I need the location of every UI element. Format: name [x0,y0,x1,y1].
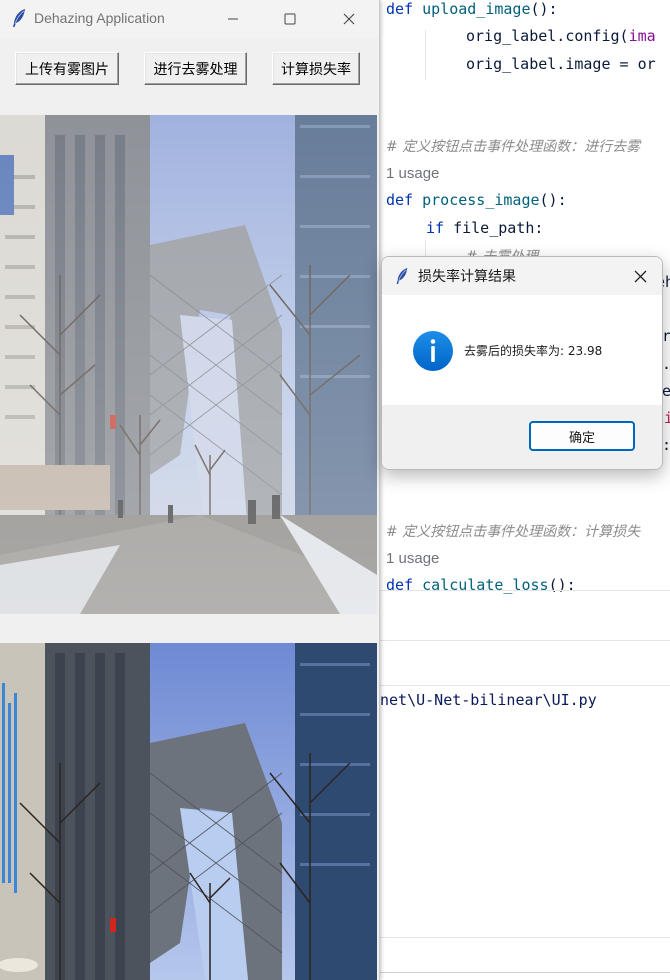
code-editor[interactable]: def upload_image(): orig_label.config(im… [380,0,670,980]
panel-divider [380,590,670,591]
calculate-loss-button[interactable]: 计算损失率 [272,52,360,85]
code-line-def-process[interactable]: def process_image(): [386,191,567,209]
panel-divider [380,937,670,938]
panel-divider [380,685,670,686]
info-icon [413,331,453,371]
upload-hazy-image-button[interactable]: 上传有雾图片 [15,52,119,85]
code-line-if[interactable]: if file_path: [426,219,543,237]
code-line-def-loss[interactable]: def calculate_loss(): [386,576,576,594]
close-icon [343,13,355,25]
code-fragment: el [662,382,670,400]
dehaze-button[interactable]: 进行去雾处理 [144,52,247,85]
close-icon [634,270,646,282]
code-line-image-assign[interactable]: orig_label.image = or [466,55,656,73]
feather-icon [13,9,25,27]
usage-hint[interactable]: 1 usage [386,550,439,567]
code-line-def-upload[interactable]: def upload_image(): [386,0,558,18]
code-comment-process: # 定义按钮点击事件处理函数：进行去雾 [386,139,641,155]
code-fragment: i [664,409,670,427]
code-line-config[interactable]: orig_label.config(ima [466,27,656,45]
code-fragment: r [662,327,670,345]
dehazing-app-window: Dehazing Application 上传有雾图片 进行去雾处理 计算损失率 [0,0,380,980]
maximize-button[interactable] [267,0,313,38]
terminal-path[interactable]: net\U-Net-bilinear\UI.py [380,691,597,709]
app-title: Dehazing Application [34,10,165,26]
ok-button[interactable]: 确定 [529,421,635,451]
panel-divider [380,640,670,641]
status-bar-top [380,972,670,973]
hazy-image [0,115,377,614]
usage-hint[interactable]: 1 usage [386,165,439,182]
minimize-icon [228,18,238,20]
indent-guide [425,30,426,80]
dialog-footer: 确定 [382,405,662,469]
feather-icon [396,268,408,284]
code-fragment: .( [662,355,670,373]
minimize-button[interactable] [210,0,256,38]
code-fragment: : [662,436,670,454]
code-comment-loss: # 定义按钮点击事件处理函数：计算损失 [386,524,641,540]
close-button[interactable] [326,0,372,38]
dialog-title: 损失率计算结果 [418,269,516,285]
loss-result-dialog: 损失率计算结果 去雾后的损失率为: 23.98 确定 [381,256,663,470]
dialog-close-button[interactable] [618,257,662,295]
app-titlebar[interactable]: Dehazing Application [0,0,379,38]
dialog-titlebar[interactable]: 损失率计算结果 [382,257,662,295]
dialog-message: 去雾后的损失率为: 23.98 [464,344,603,358]
dehazed-image [0,643,377,980]
dialog-body: 去雾后的损失率为: 23.98 [382,295,662,405]
maximize-icon [284,13,296,25]
